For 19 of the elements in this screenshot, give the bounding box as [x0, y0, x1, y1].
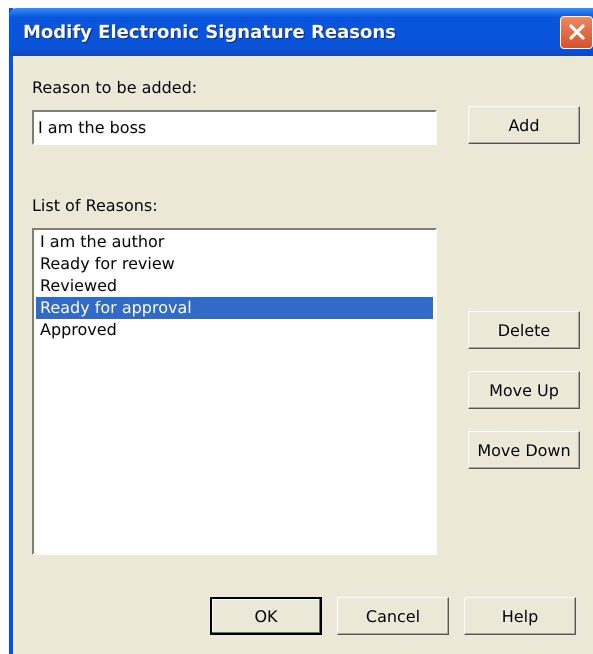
- reasons-list[interactable]: I am the author Ready for review Reviewed Ready for approval Approved: [32, 228, 437, 555]
- list-item[interactable]: Ready for review: [36, 253, 433, 275]
- list-label: List of Reasons:: [32, 196, 159, 216]
- window-title: Modify Electronic Signature Reasons: [23, 22, 396, 42]
- ok-button[interactable]: OK: [210, 597, 322, 635]
- reason-field[interactable]: I am the boss: [32, 110, 437, 145]
- list-item[interactable]: Ready for approval: [36, 297, 433, 319]
- move-down-button[interactable]: Move Down: [468, 431, 580, 469]
- move-up-button[interactable]: Move Up: [468, 371, 580, 409]
- add-button[interactable]: Add: [468, 106, 580, 144]
- list-item[interactable]: I am the author: [36, 231, 433, 253]
- delete-button[interactable]: Delete: [468, 311, 580, 349]
- list-item[interactable]: Reviewed: [36, 275, 433, 297]
- list-item[interactable]: Approved: [36, 319, 433, 341]
- close-icon: [568, 23, 586, 41]
- help-button[interactable]: Help: [464, 597, 576, 635]
- cancel-button[interactable]: Cancel: [337, 597, 449, 635]
- field-label: Reason to be added:: [32, 78, 198, 98]
- close-button[interactable]: [560, 16, 593, 48]
